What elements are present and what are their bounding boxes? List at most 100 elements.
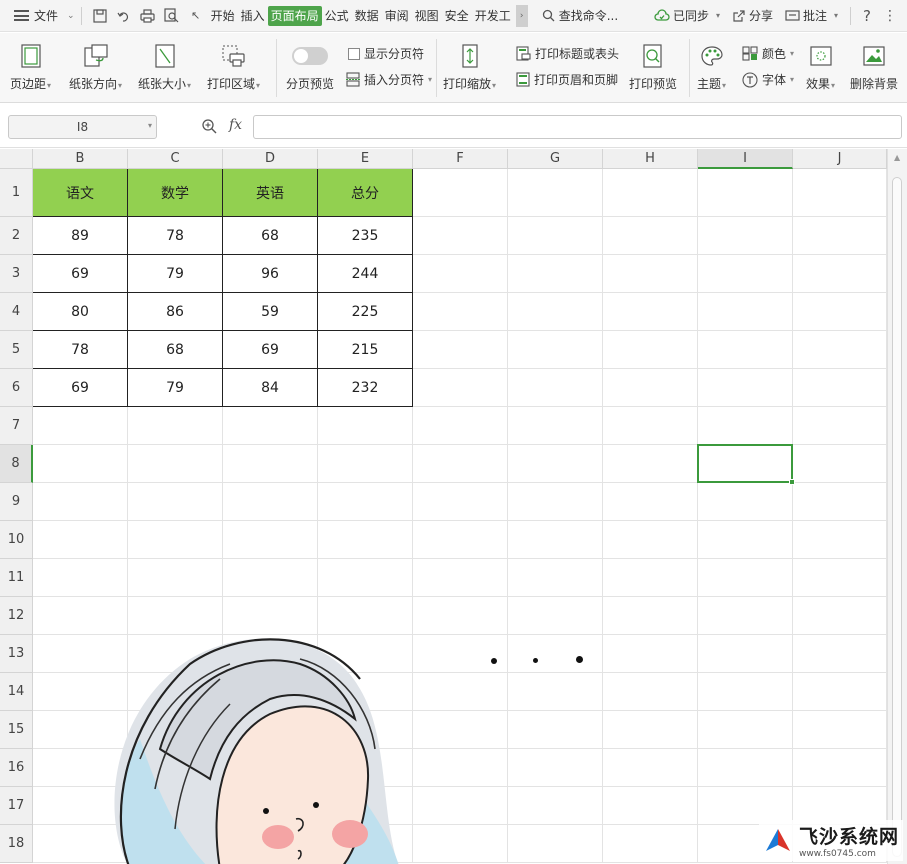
cell-D5[interactable]: 69	[223, 331, 318, 369]
effects-button[interactable]: 效果▾	[806, 43, 835, 92]
cell-J10[interactable]	[793, 521, 887, 559]
margins-button[interactable]: 页边距▾	[10, 43, 51, 92]
page-break-preview-button[interactable]: 分页预览	[286, 43, 334, 92]
cartoon-girl-picture[interactable]	[100, 619, 420, 864]
cell-B2[interactable]: 89	[33, 217, 128, 255]
cell-I2[interactable]	[698, 217, 793, 255]
cell-J7[interactable]	[793, 407, 887, 445]
save-icon[interactable]	[91, 7, 109, 25]
cell-J15[interactable]	[793, 711, 887, 749]
cell-I16[interactable]	[698, 749, 793, 787]
cell-B8[interactable]	[33, 445, 128, 483]
cell-G10[interactable]	[508, 521, 603, 559]
cell-D6[interactable]: 84	[223, 369, 318, 407]
more-options-icon[interactable]: ⋮	[883, 8, 897, 24]
row-header-17[interactable]: 17	[0, 787, 33, 825]
cell-E11[interactable]	[318, 559, 413, 597]
column-header-D[interactable]: D	[223, 149, 318, 169]
cell-H10[interactable]	[603, 521, 698, 559]
cell-I4[interactable]	[698, 293, 793, 331]
cell-I13[interactable]	[698, 635, 793, 673]
cell-H6[interactable]	[603, 369, 698, 407]
cell-J1[interactable]	[793, 169, 887, 217]
cell-F14[interactable]	[413, 673, 508, 711]
insert-page-break-button[interactable]: 插入分页符 ▾	[346, 71, 432, 88]
cell-E2[interactable]: 235	[318, 217, 413, 255]
tab-formulas[interactable]: 公式	[322, 6, 352, 26]
row-header-8[interactable]: 8	[0, 445, 33, 483]
cell-J2[interactable]	[793, 217, 887, 255]
show-page-breaks-checkbox[interactable]: 显示分页符	[348, 45, 424, 62]
cell-J9[interactable]	[793, 483, 887, 521]
row-header-3[interactable]: 3	[0, 255, 33, 293]
cell-B4[interactable]: 80	[33, 293, 128, 331]
cell-F13[interactable]	[413, 635, 508, 673]
scrollbar-thumb[interactable]	[892, 177, 902, 857]
cell-B9[interactable]	[33, 483, 128, 521]
cell-H4[interactable]	[603, 293, 698, 331]
cell-C6[interactable]: 79	[128, 369, 223, 407]
cell-J13[interactable]	[793, 635, 887, 673]
colors-button[interactable]: 颜色 ▾	[742, 45, 794, 62]
zoom-formula-icon[interactable]	[201, 118, 217, 137]
cell-C7[interactable]	[128, 407, 223, 445]
print-preview-icon[interactable]	[163, 7, 181, 25]
cell-C9[interactable]	[128, 483, 223, 521]
cell-G3[interactable]	[508, 255, 603, 293]
cell-B7[interactable]	[33, 407, 128, 445]
cell-H2[interactable]	[603, 217, 698, 255]
row-header-7[interactable]: 7	[0, 407, 33, 445]
cell-G15[interactable]	[508, 711, 603, 749]
row-header-5[interactable]: 5	[0, 331, 33, 369]
print-area-button[interactable]: 打印区域▾	[207, 43, 260, 92]
cell-D8[interactable]	[223, 445, 318, 483]
cell-C1[interactable]: 数学	[128, 169, 223, 217]
cell-C11[interactable]	[128, 559, 223, 597]
column-header-J[interactable]: J	[793, 149, 887, 169]
cell-I10[interactable]	[698, 521, 793, 559]
cell-D2[interactable]: 68	[223, 217, 318, 255]
cell-D7[interactable]	[223, 407, 318, 445]
command-search[interactable]: 查找命令...	[542, 7, 618, 24]
page-break-preview-toggle[interactable]	[292, 47, 328, 65]
cell-E8[interactable]	[318, 445, 413, 483]
cell-F8[interactable]	[413, 445, 508, 483]
cell-F11[interactable]	[413, 559, 508, 597]
formula-input[interactable]	[253, 115, 902, 139]
cell-I11[interactable]	[698, 559, 793, 597]
cell-G6[interactable]	[508, 369, 603, 407]
column-header-E[interactable]: E	[318, 149, 413, 169]
cell-G16[interactable]	[508, 749, 603, 787]
column-header-H[interactable]: H	[603, 149, 698, 169]
cell-J12[interactable]	[793, 597, 887, 635]
cell-H13[interactable]	[603, 635, 698, 673]
insert-function-button[interactable]: fx	[229, 117, 242, 133]
cell-F4[interactable]	[413, 293, 508, 331]
delete-background-button[interactable]: 删除背景	[850, 43, 898, 92]
cell-I6[interactable]	[698, 369, 793, 407]
cell-J3[interactable]	[793, 255, 887, 293]
cell-H12[interactable]	[603, 597, 698, 635]
cell-E7[interactable]	[318, 407, 413, 445]
cell-H8[interactable]	[603, 445, 698, 483]
name-box[interactable]: I8 ▾	[8, 115, 157, 139]
help-button[interactable]: ?	[863, 7, 871, 25]
spreadsheet-grid[interactable]: BCDEFGHIJ 1 2 3 4 5 6 7 8 9 10 11 12 13 14 15 16 17 18 语文…	[0, 149, 907, 864]
column-header-C[interactable]: C	[128, 149, 223, 169]
cell-J6[interactable]	[793, 369, 887, 407]
cell-J14[interactable]	[793, 673, 887, 711]
cell-I14[interactable]	[698, 673, 793, 711]
cell-G4[interactable]	[508, 293, 603, 331]
cell-G11[interactable]	[508, 559, 603, 597]
cell-C2[interactable]: 78	[128, 217, 223, 255]
cell-H9[interactable]	[603, 483, 698, 521]
cell-F7[interactable]	[413, 407, 508, 445]
cell-J5[interactable]	[793, 331, 887, 369]
cell-H1[interactable]	[603, 169, 698, 217]
tab-page-layout[interactable]: 页面布局	[267, 5, 322, 26]
cell-G1[interactable]	[508, 169, 603, 217]
cell-J4[interactable]	[793, 293, 887, 331]
cell-I7[interactable]	[698, 407, 793, 445]
cell-E10[interactable]	[318, 521, 413, 559]
tab-home[interactable]: 开始	[208, 6, 238, 26]
